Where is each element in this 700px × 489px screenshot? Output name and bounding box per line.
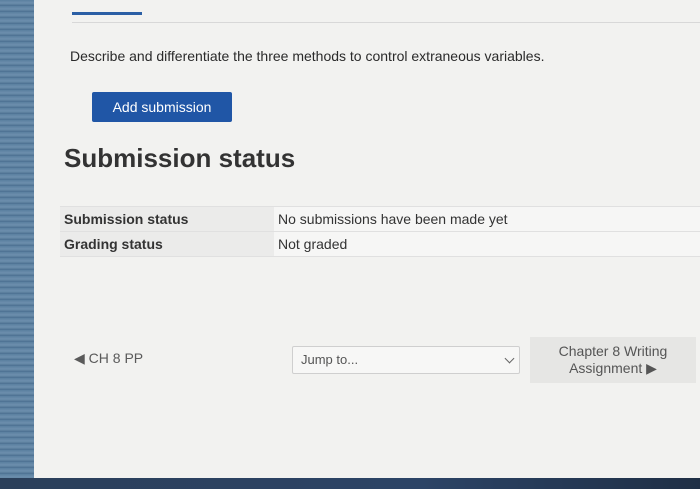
jump-to-select[interactable]: Jump to... (292, 346, 520, 374)
row-value: No submissions have been made yet (274, 206, 700, 232)
tab-underline (72, 12, 142, 15)
jump-to-placeholder: Jump to... (301, 352, 359, 367)
chevron-down-icon (504, 353, 515, 364)
row-label: Grading status (60, 231, 274, 257)
page-content: Describe and differentiate the three met… (34, 0, 700, 478)
row-label: Submission status (60, 206, 274, 232)
row-value: Not graded (274, 231, 700, 257)
next-link-line2: Assignment ▶ (569, 360, 657, 376)
divider (72, 22, 700, 23)
next-link-line1: Chapter 8 Writing (558, 343, 668, 359)
table-row: Submission status No submissions have be… (60, 206, 700, 232)
add-submission-button[interactable]: Add submission (92, 92, 232, 122)
table-row: Grading status Not graded (60, 231, 700, 257)
previous-activity-link[interactable]: ◀ CH 8 PP (74, 350, 143, 367)
taskbar (0, 478, 700, 489)
submission-status-table: Submission status No submissions have be… (60, 206, 700, 257)
assignment-description: Describe and differentiate the three met… (70, 48, 545, 64)
next-activity-link[interactable]: Chapter 8 Writing Assignment ▶ (530, 337, 696, 383)
submission-status-heading: Submission status (64, 143, 296, 173)
